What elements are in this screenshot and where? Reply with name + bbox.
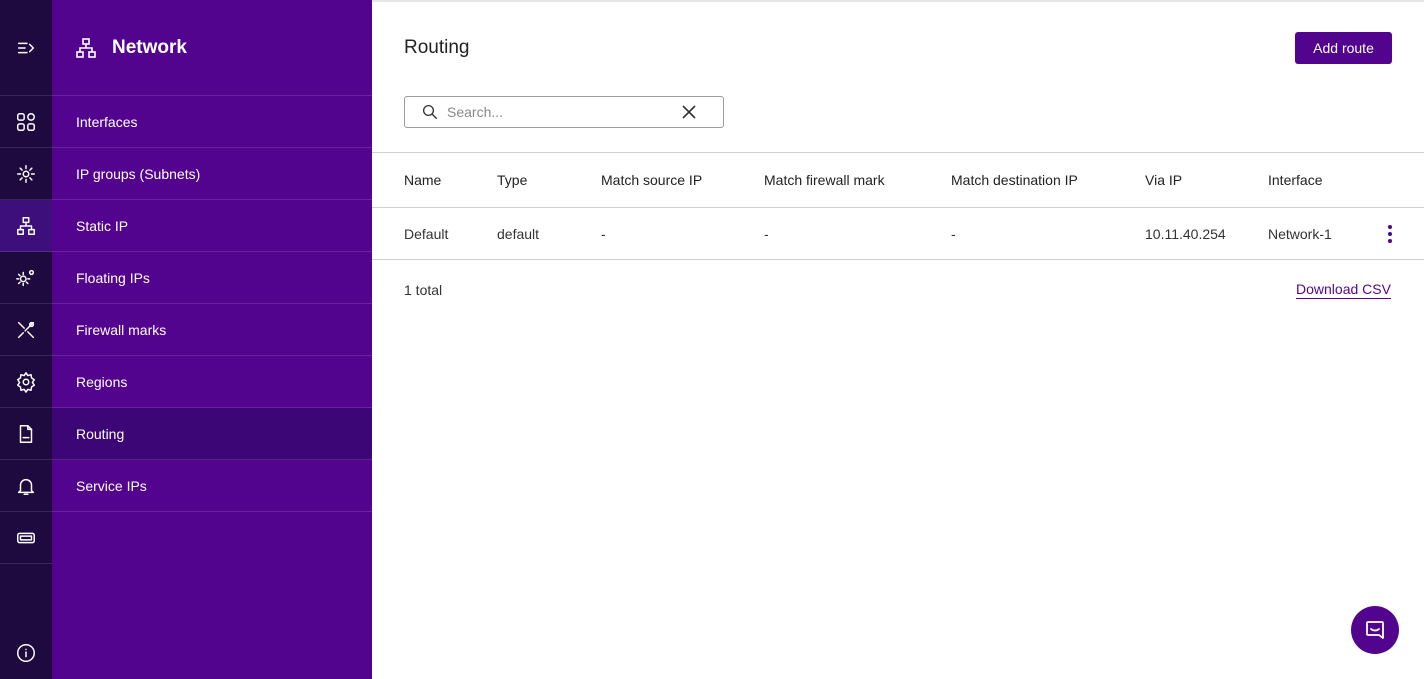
rail-info-button[interactable] xyxy=(0,627,52,679)
cell-match-source-ip: - xyxy=(601,225,606,242)
sidebar-item-routing[interactable]: Routing xyxy=(52,408,372,460)
bell-icon xyxy=(17,478,35,495)
sidebar-item-static-ip[interactable]: Static IP xyxy=(52,200,372,252)
apps-grid-icon xyxy=(17,113,35,131)
sidebar-item-label: Floating IPs xyxy=(76,269,150,286)
cell-name: Default xyxy=(404,225,449,242)
kebab-menu-icon xyxy=(1388,225,1392,229)
cell-interface: Network-1 xyxy=(1268,225,1332,242)
routes-table: Name Type Match source IP Match firewall… xyxy=(372,152,1424,260)
row-actions-button[interactable] xyxy=(1379,222,1401,246)
sidebar-item-label: Service IPs xyxy=(76,477,147,494)
rail-network-button[interactable] xyxy=(0,200,52,252)
sidebar-item-label: Routing xyxy=(76,425,125,442)
expand-menu-button[interactable] xyxy=(0,22,52,74)
sidebar-item-firewall-marks[interactable]: Firewall marks xyxy=(52,304,372,356)
clear-search-button[interactable] xyxy=(681,104,699,122)
sidebar-item-label: Firewall marks xyxy=(76,321,167,338)
column-header-match-source-ip[interactable]: Match source IP xyxy=(601,153,702,207)
rail-tools-button[interactable] xyxy=(0,304,52,356)
download-csv-link[interactable]: Download CSV xyxy=(1296,281,1391,299)
rail-cog-network-button[interactable] xyxy=(0,148,52,200)
tools-icon xyxy=(17,321,35,339)
close-icon xyxy=(682,105,696,119)
sidebar-item-label: Static IP xyxy=(76,217,129,234)
column-header-name[interactable]: Name xyxy=(404,153,441,207)
sidebar-item-floating-ips[interactable]: Floating IPs xyxy=(52,252,372,304)
sidebar-item-regions[interactable]: Regions xyxy=(52,356,372,408)
rail-apps-button[interactable] xyxy=(0,96,52,148)
top-border xyxy=(372,0,1424,2)
page-title: Routing xyxy=(404,37,470,58)
chat-bubble-icon xyxy=(1366,621,1384,639)
chat-button[interactable] xyxy=(1351,606,1399,654)
column-header-type[interactable]: Type xyxy=(497,153,527,207)
network-icon xyxy=(17,217,35,235)
cell-match-firewall-mark: - xyxy=(764,225,769,242)
search-icon xyxy=(422,104,438,120)
log-file-icon xyxy=(19,425,33,443)
kebab-dot xyxy=(1388,232,1392,236)
sidebar-item-service-ips[interactable]: Service IPs xyxy=(52,460,372,512)
rail-log-button[interactable] xyxy=(0,408,52,460)
cog-network-icon xyxy=(17,165,35,183)
table-header: Name Type Match source IP Match firewall… xyxy=(372,152,1424,208)
icon-rail xyxy=(0,0,52,679)
column-header-match-destination-ip[interactable]: Match destination IP xyxy=(951,153,1078,207)
rail-ticket-button[interactable] xyxy=(0,512,52,564)
settings-icon xyxy=(17,372,35,393)
column-header-via-ip[interactable]: Via IP xyxy=(1145,153,1182,207)
sidebar-item-ip-groups[interactable]: IP groups (Subnets) xyxy=(52,148,372,200)
sidebar: Network Interfaces IP groups (Subnets) S… xyxy=(52,0,372,679)
rail-divider xyxy=(0,563,52,564)
sidebar-item-label: Regions xyxy=(76,373,128,390)
cogs-icon xyxy=(16,269,35,287)
info-icon xyxy=(17,644,35,662)
cell-match-destination-ip: - xyxy=(951,225,956,242)
kebab-dot xyxy=(1388,239,1392,243)
column-header-interface[interactable]: Interface xyxy=(1268,153,1322,207)
ticket-icon xyxy=(17,532,35,544)
expand-menu-icon xyxy=(17,42,35,54)
column-header-match-firewall-mark[interactable]: Match firewall mark xyxy=(764,153,885,207)
sidebar-header: Network xyxy=(52,0,372,96)
sidebar-item-label: IP groups (Subnets) xyxy=(76,165,201,182)
add-route-button[interactable]: Add route xyxy=(1295,32,1392,64)
cell-type: default xyxy=(497,225,540,242)
rail-cogs-button[interactable] xyxy=(0,252,52,304)
cell-via-ip: 10.11.40.254 xyxy=(1145,225,1226,242)
rail-settings-button[interactable] xyxy=(0,356,52,408)
search-box xyxy=(404,96,724,128)
total-count: 1 total xyxy=(404,282,443,298)
table-row[interactable]: Default default - - - 10.11.40.254 Netwo… xyxy=(372,208,1424,260)
search-input[interactable] xyxy=(447,104,667,120)
sidebar-item-interfaces[interactable]: Interfaces xyxy=(52,96,372,148)
sidebar-title: Network xyxy=(112,36,187,58)
rail-notifications-button[interactable] xyxy=(0,460,52,512)
sidebar-item-label: Interfaces xyxy=(76,113,138,130)
network-icon xyxy=(76,37,96,58)
